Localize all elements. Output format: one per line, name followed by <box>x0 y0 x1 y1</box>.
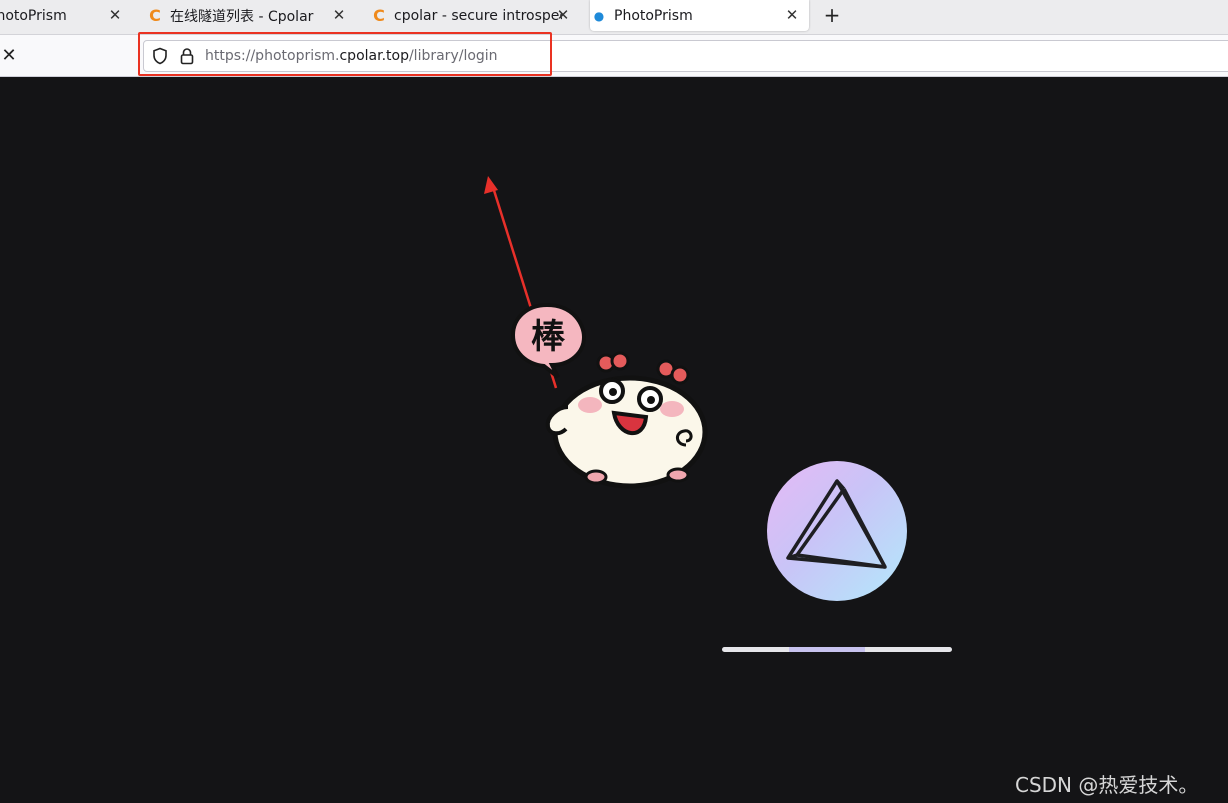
watermark-text: CSDN @热爱技术。 <box>1015 773 1199 797</box>
loading-progress-fill <box>788 647 865 652</box>
character <box>545 351 708 489</box>
photoprism-prism-icon <box>786 479 887 569</box>
speech-bubble: 棒 <box>510 302 587 379</box>
loading-progress-bar <box>722 647 952 652</box>
sticker-text: 棒 <box>531 317 566 357</box>
photoprism-logo <box>767 461 907 601</box>
sticker-image: 棒 <box>510 302 708 489</box>
